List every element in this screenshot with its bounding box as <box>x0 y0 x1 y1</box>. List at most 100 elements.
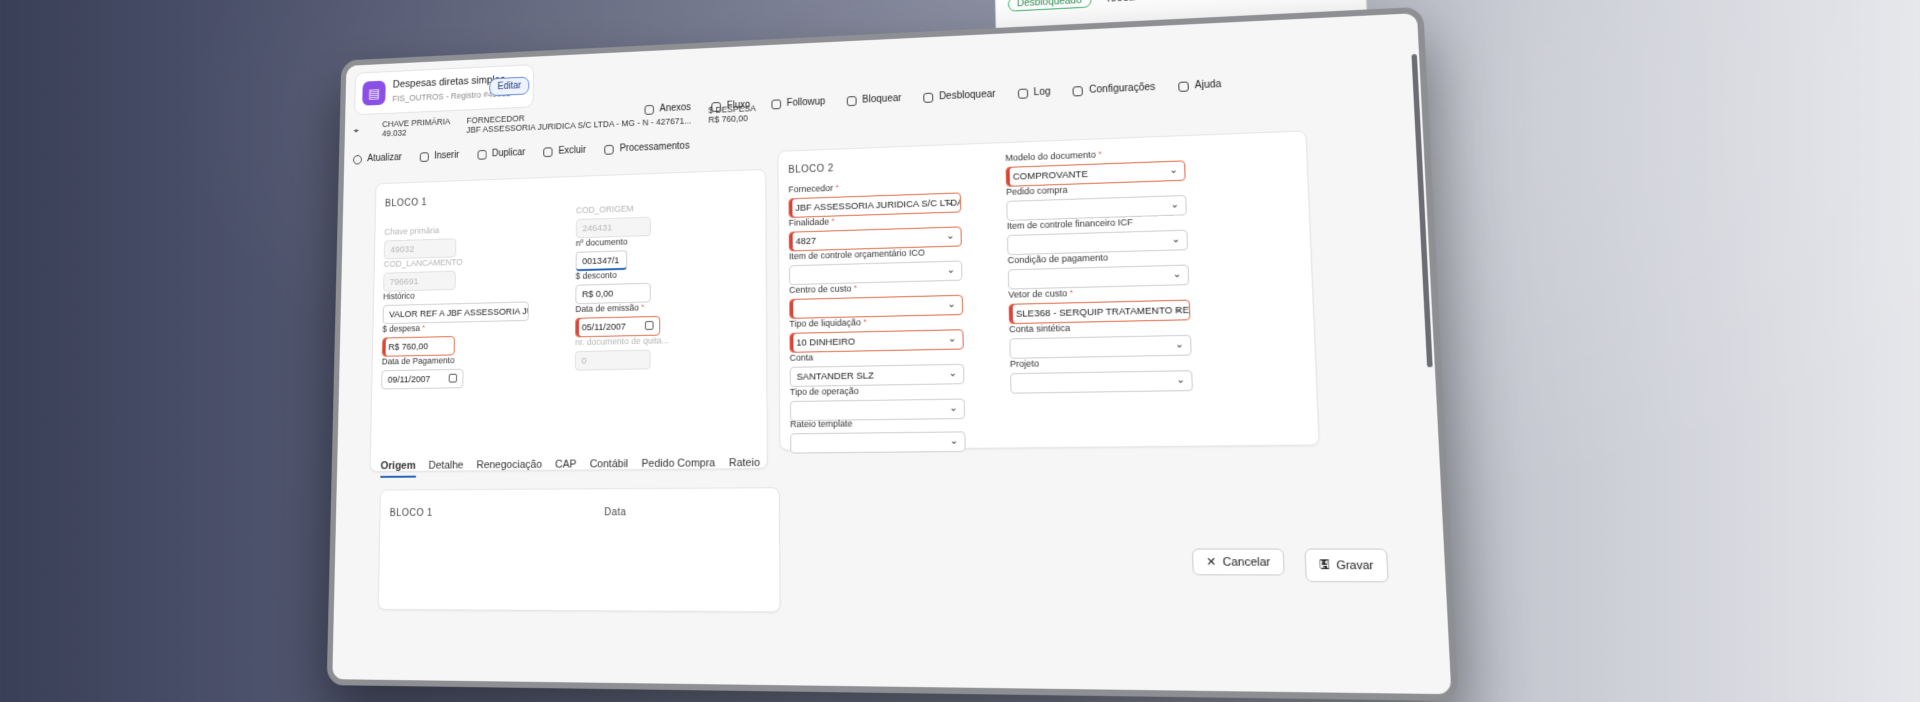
chave-field: Chave primária 49032 <box>383 225 457 260</box>
conta-field: Conta SANTANDER SLZ ⌄ <box>790 350 965 387</box>
chevron-down-icon: ⌄ <box>1172 268 1182 281</box>
inserir-button[interactable]: Inserir <box>419 150 459 162</box>
tab-renegociacao[interactable]: Renegociação <box>476 459 542 477</box>
chave-input[interactable]: 49032 <box>383 238 457 260</box>
save-icon: 🖫 <box>1319 558 1330 572</box>
finalidade-field: Finalidade * 4827 ⌄ <box>789 212 962 252</box>
calendar-icon[interactable] <box>644 320 654 330</box>
app-window: ▤ Despesas diretas simples FIS_OUTROS - … <box>326 6 1459 701</box>
document-icon: ▤ <box>362 80 386 106</box>
ndoc-quitacao-input[interactable]: 0 <box>574 349 651 371</box>
lower-bloco-panel: BLOCO 1 Data <box>377 487 781 613</box>
cod-origem-field: COD_ORIGEM 246431 <box>575 203 651 239</box>
conta-select[interactable]: SANTANDER SLZ ⌄ <box>789 363 965 387</box>
chevron-down-icon: ⌄ <box>949 435 959 447</box>
lower-data-label: Data <box>604 507 627 519</box>
tab-contabil[interactable]: Contábil <box>590 458 628 476</box>
processamentos-button[interactable]: Processamentos <box>604 141 690 155</box>
tipo-liquidacao-field: Tipo de liquidação * 10 DINHEIRO ⌄ <box>789 315 964 353</box>
refresh-icon <box>352 154 363 165</box>
summary-chave: CHAVE PRIMÁRIA 49.032 <box>381 116 451 139</box>
tab-rateio[interactable]: Rateio <box>729 457 760 475</box>
lower-bloco-title: BLOCO 1 <box>389 507 433 519</box>
emissao-field: Data de emissão * 05/11/2007 <box>575 302 661 338</box>
log-icon <box>1017 88 1028 99</box>
status-badge: Desbloqueado <box>1007 0 1092 12</box>
chevron-down-icon: ⌄ <box>1170 199 1180 211</box>
rateio-template-select[interactable]: ⌄ <box>790 431 966 454</box>
cod-lanc-input[interactable]: 796691 <box>383 270 456 292</box>
vetor-custo-field: Vetor de custo * SLE368 - SERQUIP TRATAM… <box>1008 285 1191 325</box>
chevron-down-icon: ⌄ <box>948 367 958 380</box>
bloco1-panel: BLOCO 1 Chave primária 49032 COD_LANCAME… <box>369 168 768 473</box>
chevron-down-icon: ⌄ <box>1171 233 1181 246</box>
followup-button[interactable]: Followup <box>771 96 825 109</box>
plus-icon <box>419 151 429 162</box>
bloco1-title: BLOCO 1 <box>384 197 428 210</box>
item-orcamentario-field: Item de controle orçamentário ICO ⌄ <box>789 246 963 286</box>
bloco2-panel: BLOCO 2 Fornecedor * JBF ASSESSORIA JURI… <box>777 130 1320 454</box>
projeto-select[interactable]: ⌄ <box>1010 370 1193 394</box>
anexos-button[interactable]: Anexos <box>644 102 691 115</box>
despesa-field: $ despesa * R$ 760,00 <box>381 323 455 357</box>
item-financeiro-field: Item de controle financeiro ICF ⌄ <box>1007 215 1189 256</box>
toolbar-actions: Anexos Fluxo Followup Bloquear Desbloque… <box>644 79 1222 115</box>
app-title: Despesas diretas simples <box>392 73 506 91</box>
atualizar-button[interactable]: Atualizar <box>352 152 402 165</box>
centro-custo-field: Centro de custo * ⌄ <box>789 281 964 319</box>
ndoc-field: nº documento 001347/1 <box>575 237 628 272</box>
chevron-down-icon: ⌄ <box>946 230 955 242</box>
chevron-down-icon: ⌄ <box>1169 164 1179 177</box>
historico-input[interactable]: VALOR REF A JBF ASSESSORIA JURIDICA S/C … <box>382 301 529 325</box>
despesa-input[interactable]: R$ 760,00 <box>381 336 455 357</box>
chevron-down-icon: ⌄ <box>1176 374 1186 387</box>
chevron-down-icon: ⌄ <box>947 333 957 345</box>
projeto-field: Projeto ⌄ <box>1010 356 1193 394</box>
chevron-down-icon: ⌄ <box>946 264 956 277</box>
cod-lanc-field: COD_LANCAMENTO 796691 <box>383 257 463 292</box>
emissao-input[interactable]: 05/11/2007 <box>575 315 661 338</box>
app-stage: Desbloqueado 49032 ▤ Despesas diretas si… <box>326 0 1497 701</box>
toolbar-record: Atualizar Inserir Duplicar Excluir Proce… <box>352 141 690 165</box>
pedido-compra-field: Pedido compra ⌄ <box>1006 181 1187 221</box>
excluir-button[interactable]: Excluir <box>543 145 586 157</box>
condicao-pagamento-field: Condição de pagamento ⌄ <box>1007 250 1190 290</box>
vertical-scrollbar[interactable] <box>1411 53 1433 368</box>
tab-cap[interactable]: CAP <box>555 459 576 477</box>
calendar-icon[interactable] <box>448 373 458 383</box>
rateio-template-field: Rateio template ⌄ <box>790 417 966 454</box>
cancel-button[interactable]: ✕ Cancelar <box>1191 548 1286 576</box>
paperclip-icon <box>644 104 654 115</box>
tipo-operacao-field: Tipo de operação ⌄ <box>790 384 966 422</box>
data-pagamento-field: Data de Pagamento 09/11/2007 <box>381 355 464 390</box>
data-pagamento-input[interactable]: 09/11/2007 <box>381 368 464 390</box>
desbloquear-button[interactable]: Desbloquear <box>923 89 996 103</box>
desconto-input[interactable]: R$ 0,00 <box>575 282 651 305</box>
desconto-field: $ desconto R$ 0,00 <box>575 269 651 305</box>
close-icon: ✕ <box>1206 556 1217 569</box>
ndoc-input[interactable]: 001347/1 <box>575 250 628 272</box>
pin-icon[interactable]: ⌖ <box>354 126 367 136</box>
chevron-down-icon: ⌄ <box>1174 339 1185 351</box>
ajuda-button[interactable]: Ajuda <box>1177 79 1222 92</box>
log-button[interactable]: Log <box>1017 87 1051 99</box>
save-button[interactable]: 🖫 Gravar <box>1304 548 1389 583</box>
historico-field: Histórico VALOR REF A JBF ASSESSORIA JUR… <box>382 288 529 325</box>
bloco2-title: BLOCO 2 <box>788 163 834 176</box>
cod-origem-input[interactable]: 246431 <box>575 216 651 239</box>
ndoc-quitacao-field: nr. documento de quita... 0 <box>574 335 669 371</box>
tab-origem[interactable]: Origem <box>380 459 416 478</box>
help-icon <box>1177 80 1189 92</box>
trash-icon <box>543 146 553 157</box>
chevron-down-icon: ⌄ <box>1173 303 1183 316</box>
chevron-down-icon: ⌄ <box>949 402 958 415</box>
bloquear-button[interactable]: Bloquear <box>846 93 902 106</box>
configuracoes-button[interactable]: Configurações <box>1072 82 1156 97</box>
tab-detalhe[interactable]: Detalhe <box>428 460 463 478</box>
fornecedor-field: Fornecedor * JBF ASSESSORIA JURIDICA S/C… <box>788 179 962 218</box>
fluxo-button[interactable]: Fluxo <box>711 100 750 112</box>
duplicar-button[interactable]: Duplicar <box>477 147 525 160</box>
edit-button[interactable]: Editar <box>489 76 530 97</box>
tab-pedido-compra[interactable]: Pedido Compra <box>641 457 715 476</box>
detail-tabs: Origem Detalhe Renegociação CAP Contábil… <box>380 457 760 478</box>
